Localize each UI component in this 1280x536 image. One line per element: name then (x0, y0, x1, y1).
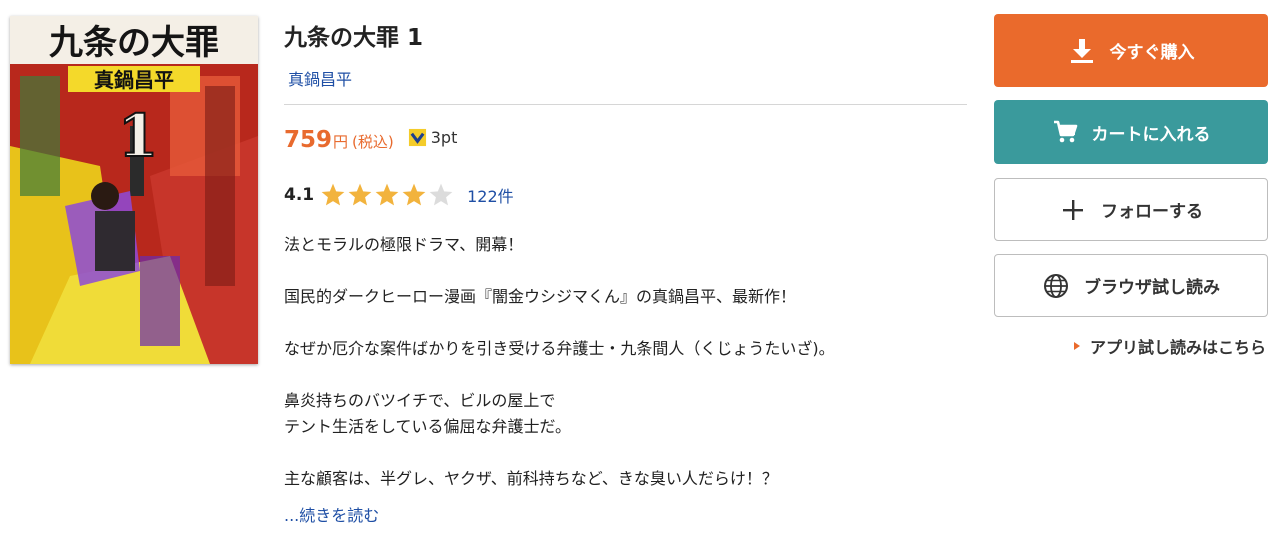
star-rating (320, 182, 455, 208)
price-amount: 759 (284, 127, 333, 153)
author-link[interactable]: 真鍋昌平 (288, 66, 352, 90)
star-filled-icon (348, 183, 372, 206)
browser-preview-label: ブラウザ試し読み (1084, 278, 1220, 298)
buy-now-label: 今すぐ購入 (1109, 43, 1195, 63)
star-filled-icon (321, 183, 345, 206)
rating-row: 4.1 122件 (284, 180, 514, 210)
description-line: 主な顧客は、半グレ、ヤクザ、前科持ちなど、きな臭い人だらけ！？ (284, 469, 778, 488)
cover-volume: 1 (118, 102, 158, 170)
browser-preview-button[interactable]: ブラウザ試し読み (994, 254, 1268, 317)
add-to-cart-button[interactable]: カートに入れる (994, 100, 1268, 164)
star-filled-icon (402, 183, 426, 206)
follow-label: フォローする (1101, 202, 1203, 222)
divider (284, 104, 967, 105)
globe-icon (1044, 273, 1068, 298)
book-cover-image[interactable]: 九条の大罪 真鍋昌平 1 (10, 16, 258, 364)
description-line: なぜか厄介な案件ばかりを引き受ける弁護士・九条間人（くじょうたいざ)。 (284, 339, 835, 358)
plus-icon (1063, 199, 1083, 220)
cover-illustration: 九条の大罪 真鍋昌平 1 (10, 16, 258, 364)
rating-value: 4.1 (284, 185, 315, 205)
points-badge-icon (408, 128, 426, 147)
description-line: テント生活をしている偏屈な弁護士だ。 (284, 417, 572, 436)
points-value: 3pt (430, 128, 458, 147)
buy-now-button[interactable]: 今すぐ購入 (994, 14, 1268, 87)
read-more-link[interactable]: ...続きを読む (284, 502, 379, 526)
review-count-link[interactable]: 122件 (467, 183, 514, 207)
price-tax-note: (税込) (352, 133, 394, 151)
price-row: 759 円 (税込) 3pt (284, 127, 457, 161)
points-badge: 3pt (408, 128, 458, 147)
star-filled-icon (375, 183, 399, 206)
star-empty-icon (429, 183, 453, 206)
cover-title: 九条の大罪 (49, 23, 219, 63)
app-preview-link[interactable]: アプリ試し読みはこちら (1073, 334, 1266, 358)
description-line: 国民的ダークヒーロー漫画『闇金ウシジマくん』の真鍋昌平、最新作！ (284, 287, 797, 306)
cover-author: 真鍋昌平 (94, 68, 174, 92)
add-to-cart-label: カートに入れる (1091, 124, 1211, 145)
price-unit: 円 (333, 133, 349, 151)
description-line: 法とモラルの極限ドラマ、開幕！ (284, 235, 524, 254)
app-preview-label: アプリ試し読みはこちら (1089, 338, 1266, 357)
description: 法とモラルの極限ドラマ、開幕！ 国民的ダークヒーロー漫画『闇金ウシジマくん』の真… (284, 232, 944, 492)
triangle-right-icon (1073, 342, 1080, 350)
description-line: 鼻炎持ちのバツイチで、ビルの屋上で (284, 391, 556, 410)
page-title: 九条の大罪 1 (284, 25, 424, 51)
cart-icon (1053, 120, 1077, 143)
download-icon (1070, 38, 1093, 63)
follow-button[interactable]: フォローする (994, 178, 1268, 241)
